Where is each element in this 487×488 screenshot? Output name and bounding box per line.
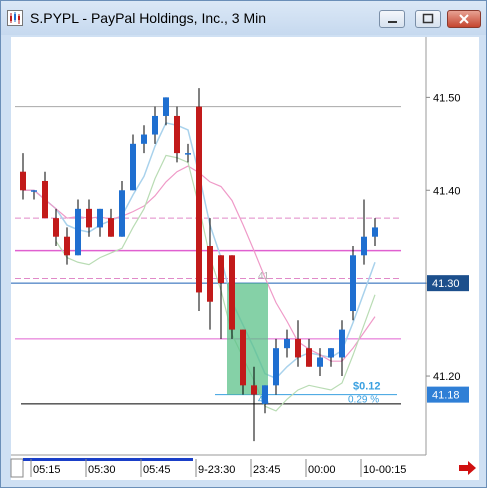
candle[interactable] <box>229 255 235 339</box>
scrollbar-start-box[interactable] <box>10 458 24 478</box>
candle-body <box>306 348 312 367</box>
candle-body <box>196 106 202 293</box>
candle-body <box>163 97 169 116</box>
candle-body <box>130 143 136 191</box>
candle-body <box>262 385 268 404</box>
position-entry-label: 41 <box>258 271 270 282</box>
time-tick-label: 05:15 <box>33 464 61 476</box>
price-tick-label: 41.50 <box>433 92 461 104</box>
price-tick-label: 41.20 <box>433 371 461 383</box>
candle-body <box>251 385 257 395</box>
last-price-tag-text: 41.30 <box>432 278 460 290</box>
candle-body <box>141 134 147 144</box>
time-tick-label: 05:45 <box>143 464 171 476</box>
candle-body <box>108 218 114 237</box>
candle-body <box>284 338 290 349</box>
candle[interactable] <box>196 88 202 312</box>
candle-body <box>295 338 301 358</box>
candle-body <box>174 115 180 154</box>
time-tick-label: 9-23:30 <box>198 464 235 476</box>
candle-body <box>31 190 37 192</box>
candle-body <box>339 329 345 358</box>
time-scroll-indicator[interactable] <box>23 458 193 461</box>
candle-body <box>64 236 70 256</box>
candle-body <box>350 255 356 312</box>
candle-body <box>20 171 26 191</box>
time-tick-label: 05:30 <box>88 464 116 476</box>
candle-body <box>97 208 103 228</box>
candle[interactable] <box>350 246 356 321</box>
candle-body <box>317 357 323 367</box>
candle-body <box>218 255 224 284</box>
profit-label: $0.12 <box>353 381 381 393</box>
chart-area[interactable]: 4141$0.120.29 % 41.5041.4041.3041.2041.3… <box>1 1 486 487</box>
candle[interactable] <box>240 329 246 395</box>
candle-body <box>240 329 246 386</box>
time-tick-label: 10-00:15 <box>363 464 406 476</box>
percent-label: 0.29 % <box>348 395 379 406</box>
candle-body <box>207 246 213 302</box>
time-tick-label: 23:45 <box>253 464 281 476</box>
candle-body <box>229 255 235 330</box>
stop-price-tag-text: 41.18 <box>432 390 460 402</box>
candle-body <box>372 227 378 237</box>
candle-body <box>86 208 92 228</box>
price-tick-label: 41.40 <box>433 185 461 197</box>
candle-body <box>185 153 191 155</box>
candle-body <box>152 115 158 135</box>
time-tick-label: 00:00 <box>308 464 336 476</box>
candle-body <box>75 208 81 256</box>
candle-body <box>53 218 59 237</box>
candle-body <box>328 348 334 358</box>
candle-body <box>361 236 367 256</box>
candle-body <box>273 348 279 386</box>
chart-window: S.PYPL - PayPal Holdings, Inc., 3 Min 41… <box>0 0 487 488</box>
candle-body <box>42 180 48 219</box>
candle-body <box>119 190 125 237</box>
